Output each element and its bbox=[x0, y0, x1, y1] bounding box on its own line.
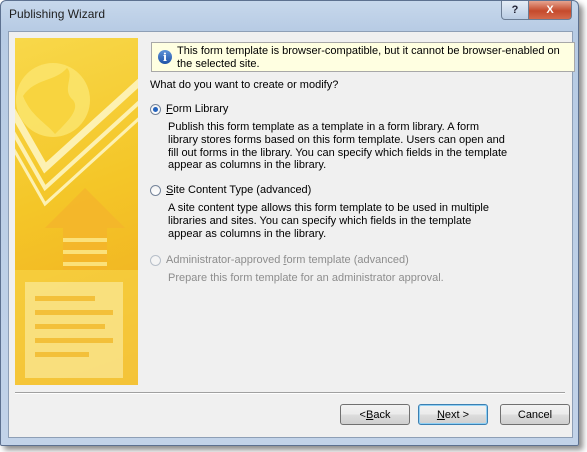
radio-site-content-type[interactable] bbox=[150, 184, 161, 196]
option-form-library[interactable]: Form Library bbox=[150, 103, 228, 115]
description-form-library: Publish this form template as a template… bbox=[168, 121, 508, 172]
info-icon: i bbox=[158, 50, 172, 64]
option-label-site-content-type[interactable]: Site Content Type (advanced) bbox=[166, 184, 311, 196]
question-label: What do you want to create or modify? bbox=[150, 79, 339, 91]
next-button[interactable]: Next > bbox=[418, 404, 488, 425]
close-button[interactable]: X bbox=[529, 1, 572, 20]
radio-selected-dot bbox=[153, 106, 158, 112]
help-button[interactable]: ? bbox=[501, 1, 529, 20]
description-site-content-type: A site content type allows this form tem… bbox=[168, 202, 489, 240]
back-button[interactable]: < Back bbox=[340, 404, 410, 425]
wizard-banner-image bbox=[15, 38, 138, 385]
info-message: This form template is browser-compatible… bbox=[177, 45, 560, 70]
option-admin-approved: Administrator-approved form template (ad… bbox=[150, 254, 409, 266]
title-bar-buttons: ? X bbox=[501, 1, 572, 20]
window-title: Publishing Wizard bbox=[9, 7, 106, 21]
radio-form-library[interactable] bbox=[150, 103, 161, 115]
radio-admin-approved bbox=[150, 254, 161, 266]
cancel-button[interactable]: Cancel bbox=[500, 404, 570, 425]
banner-artwork bbox=[15, 63, 138, 385]
option-site-content-type[interactable]: Site Content Type (advanced) bbox=[150, 184, 311, 196]
publishing-wizard-window: Publishing Wizard ? X i This form templa… bbox=[0, 0, 579, 446]
wizard-client-area: i This form template is browser-compatib… bbox=[8, 31, 575, 438]
option-label-admin-approved: Administrator-approved form template (ad… bbox=[166, 254, 409, 266]
option-label-form-library[interactable]: Form Library bbox=[166, 103, 228, 115]
button-separator bbox=[15, 392, 565, 394]
description-admin-approved: Prepare this form template for an admini… bbox=[168, 272, 444, 284]
title-bar[interactable]: Publishing Wizard ? X bbox=[1, 1, 578, 31]
info-bar: i This form template is browser-compatib… bbox=[151, 42, 575, 72]
